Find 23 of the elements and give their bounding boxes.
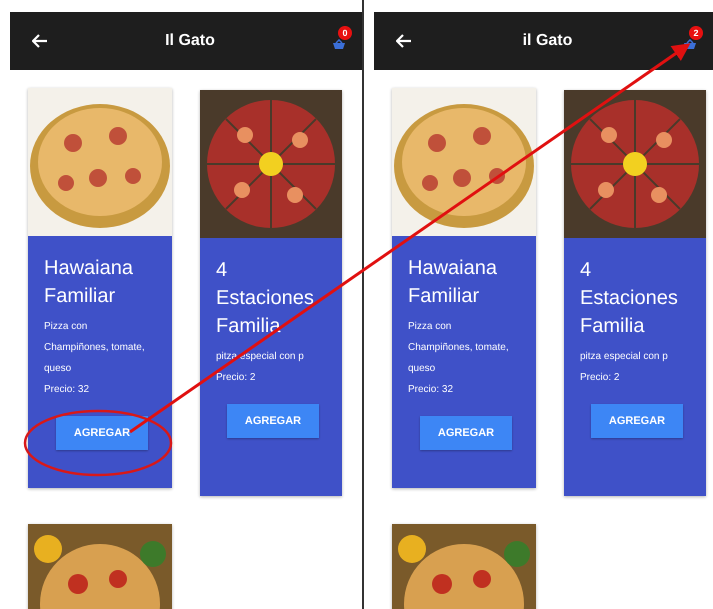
app-title: Il Gato (164, 32, 216, 50)
product-description: Pizza con Champiñones, tomate, queso (408, 320, 510, 376)
product-price: Precio: 32 (44, 383, 90, 397)
cart-count-badge: 2 (689, 26, 703, 40)
app-title: il Gato (522, 32, 574, 50)
add-button[interactable]: AGREGAR (591, 404, 683, 438)
product-price: Precio: 2 (216, 371, 256, 385)
basket-icon[interactable] (683, 38, 697, 50)
add-button[interactable]: AGREGAR (420, 416, 512, 450)
product-price: Precio: 32 (408, 383, 454, 397)
product-name: Hawaiana Familiar (44, 256, 134, 309)
product-price: Precio: 2 (580, 371, 620, 385)
product-description: Pizza con Champiñones, tomate, queso (44, 320, 146, 376)
add-button[interactable]: AGREGAR (227, 404, 319, 438)
add-button[interactable]: AGREGAR (56, 416, 148, 450)
cart-count-badge: 0 (338, 26, 352, 40)
basket-icon[interactable] (332, 38, 346, 50)
product-name: 4 Estaciones Familia (216, 258, 315, 339)
product-name: 4 Estaciones Familia (580, 258, 679, 339)
product-description: pitza especial con p (580, 350, 669, 364)
back-arrow-icon[interactable] (396, 34, 412, 48)
product-name: Hawaiana Familiar (408, 256, 498, 309)
back-arrow-icon[interactable] (32, 34, 48, 48)
